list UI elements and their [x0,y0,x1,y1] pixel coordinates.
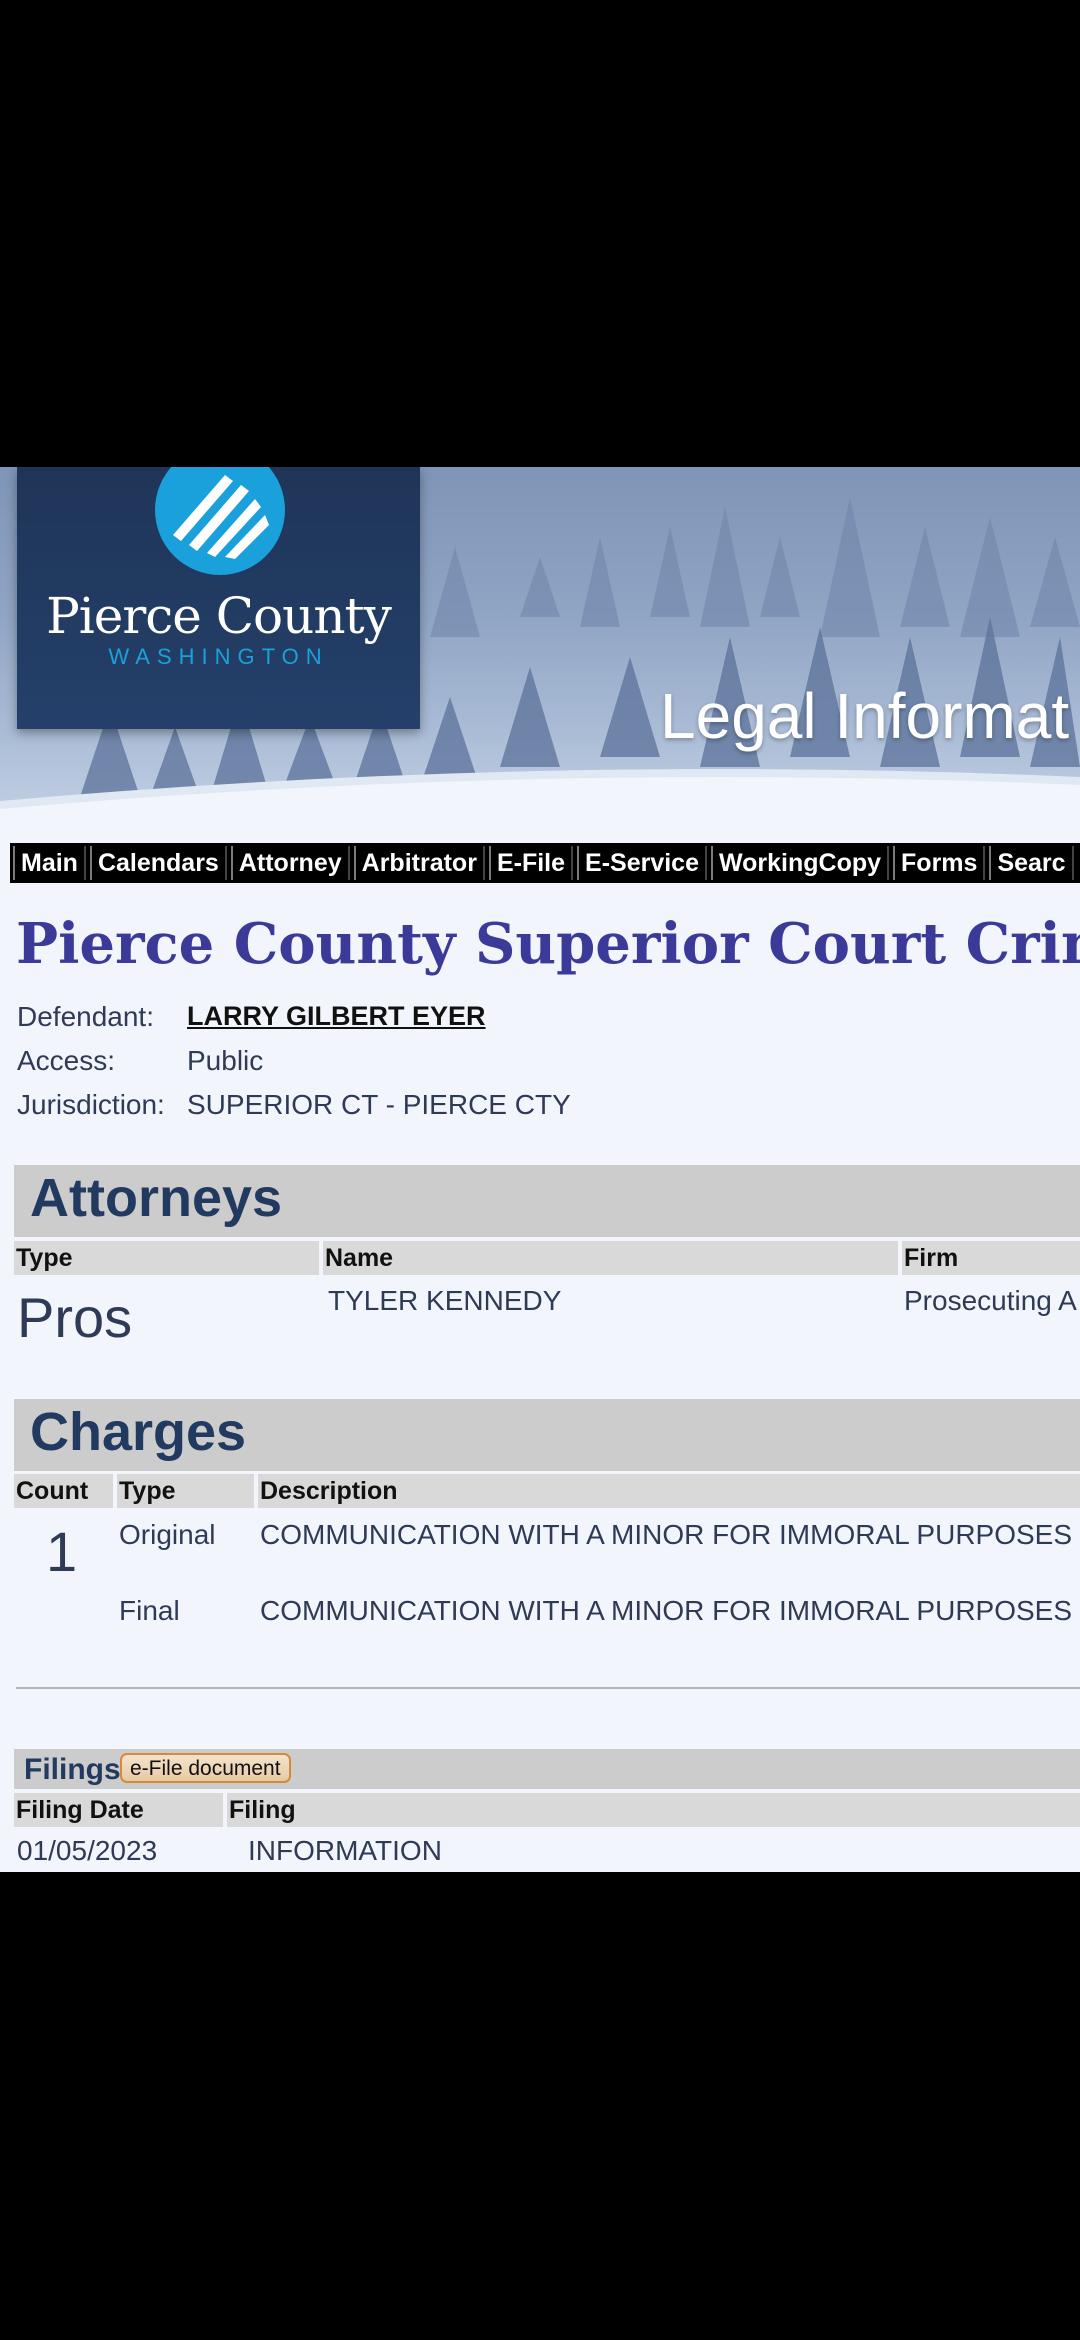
page-title: Pierce County Superior Court Crim [16,911,1080,977]
attorney-name: TYLER KENNEDY [328,1285,562,1316]
charge-description-original: COMMUNICATION WITH A MINOR FOR IMMORAL P… [260,1519,1073,1550]
defendant-link[interactable]: LARRY GILBERT EYER [187,1001,486,1032]
nav-e-file[interactable]: E-File [488,846,574,880]
nav-attorney[interactable]: Attorney [230,846,350,880]
charge-type-original: Original [119,1519,216,1550]
access-value: Public [187,1045,264,1076]
browser-viewport: Pierce County WASHINGTON Legal Informat … [0,467,1080,1872]
logo-state-name: WASHINGTON [108,644,329,669]
nav-forms[interactable]: Forms [893,846,986,880]
nav-e-service[interactable]: E-Service [577,846,707,880]
filing-name[interactable]: INFORMATION [248,1835,442,1867]
column-header-type: Type [14,1241,319,1275]
access-label: Access: [17,1045,116,1076]
jurisdiction-value: SUPERIOR CT - PIERCE CTY [187,1089,571,1120]
main-nav: Main Calendars Attorney Arbitrator E-Fil… [10,843,1080,883]
attorneys-column-headers: Type Name Firm [14,1241,1080,1275]
column-header-count: Count [14,1474,113,1508]
nav-calendars[interactable]: Calendars [89,846,227,880]
nav-search[interactable]: Searc [989,846,1074,880]
column-header-firm: Firm [902,1241,1080,1275]
column-header-description: Description [258,1474,1080,1508]
efile-document-button[interactable]: e-File document [120,1753,291,1783]
nav-main[interactable]: Main [13,846,86,880]
logo-emblem-icon [155,467,285,575]
attorneys-heading: Attorneys [30,1168,283,1228]
nav-arbitrator[interactable]: Arbitrator [353,846,485,880]
filings-heading: Filings [24,1753,121,1786]
charge-type-final: Final [119,1595,180,1626]
column-header-name: Name [323,1241,898,1275]
attorney-firm: Prosecuting A [904,1285,1077,1316]
filing-date: 01/05/2023 [17,1835,158,1866]
column-header-filing-date: Filing Date [14,1793,223,1827]
charges-heading: Charges [30,1402,247,1462]
column-header-type: Type [117,1474,254,1508]
charges-column-headers: Count Type Description [14,1474,1080,1508]
site-banner: Pierce County WASHINGTON Legal Informat [0,467,1080,839]
charge-description-final: COMMUNICATION WITH A MINOR FOR IMMORAL P… [260,1595,1073,1626]
nav-workingcopy[interactable]: WorkingCopy [710,846,890,880]
banner-title: Legal Informat [660,680,1070,752]
banner-curve [0,769,1080,839]
column-header-filing: Filing [227,1793,1080,1827]
attorney-type: Pros [17,1286,133,1349]
divider [16,1687,1080,1689]
jurisdiction-label: Jurisdiction: [17,1089,165,1120]
charge-count: 1 [46,1520,78,1583]
pierce-county-logo[interactable]: Pierce County WASHINGTON [17,467,420,729]
defendant-label: Defendant: [17,1001,154,1032]
logo-county-name: Pierce County [46,587,392,645]
filings-column-headers: Filing Date Filing [14,1793,1080,1827]
